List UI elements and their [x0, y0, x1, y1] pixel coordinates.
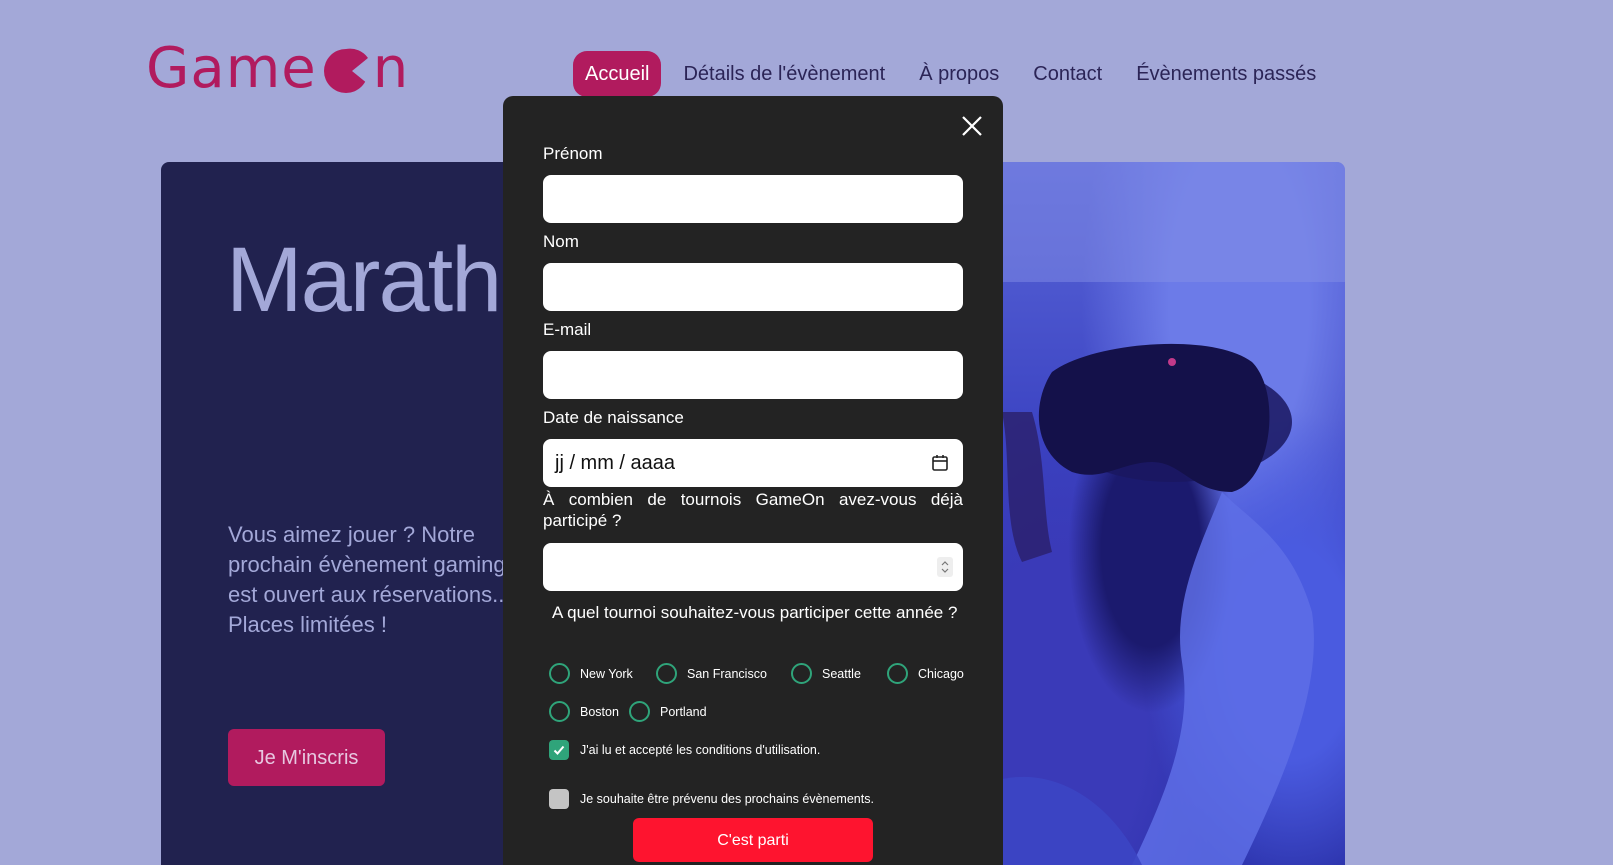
last-name-label: Nom — [543, 232, 579, 251]
radio-label: Portland — [660, 704, 707, 719]
radio-label: Chicago — [918, 666, 964, 681]
radio-san-francisco[interactable]: San Francisco — [656, 663, 767, 684]
newsletter-label: Je souhaite être prévenu des prochains é… — [580, 792, 874, 806]
nav-item-accueil[interactable]: Accueil — [573, 51, 662, 97]
radio-circle[interactable] — [629, 701, 650, 722]
newsletter-checkbox-row[interactable]: Je souhaite être prévenu des prochains é… — [549, 789, 874, 809]
logo-text-end: n — [372, 36, 410, 101]
gamer-controller-image — [992, 162, 1345, 865]
birthdate-placeholder: jj / mm / aaaa — [555, 452, 676, 474]
nav-item-a-propos[interactable]: À propos — [907, 51, 1011, 97]
close-icon[interactable] — [960, 114, 984, 138]
hero-title: Marathon national de jeux vidéos — [226, 229, 526, 331]
radio-label: New York — [580, 666, 633, 681]
nav-item-contact[interactable]: Contact — [1021, 51, 1114, 97]
tournament-count-input[interactable] — [543, 543, 963, 591]
radio-label: Seattle — [822, 666, 861, 681]
radio-circle[interactable] — [791, 663, 812, 684]
radio-circle[interactable] — [656, 663, 677, 684]
birthdate-label: Date de naissance — [543, 408, 684, 427]
terms-checkbox-row[interactable]: J'ai lu et accepté les conditions d'util… — [549, 740, 820, 760]
radio-boston[interactable]: Boston — [549, 701, 619, 722]
number-spinner[interactable] — [937, 557, 953, 577]
logo-text-start: Game — [146, 36, 317, 101]
location-question: A quel tournoi souhaitez-vous participer… — [552, 603, 958, 622]
first-name-input[interactable] — [543, 175, 963, 223]
hero-image — [992, 162, 1345, 865]
birthdate-input[interactable]: jj / mm / aaaa — [543, 439, 963, 487]
radio-circle[interactable] — [549, 701, 570, 722]
email-label: E-mail — [543, 320, 592, 339]
email-input[interactable] — [543, 351, 963, 399]
last-name-input[interactable] — [543, 263, 963, 311]
registration-modal: Prénom Nom E-mail Date de naissance jj /… — [503, 96, 1003, 865]
checkmark-icon — [553, 745, 565, 755]
main-nav: Accueil Détails de l'évènement À propos … — [573, 51, 1338, 97]
register-button[interactable]: Je M'inscris — [228, 729, 385, 786]
nav-item-evenements-passes[interactable]: Évènements passés — [1124, 51, 1328, 97]
nav-item-details[interactable]: Détails de l'évènement — [671, 51, 897, 97]
terms-checkbox[interactable] — [549, 740, 569, 760]
gameon-logo[interactable]: Game n — [146, 36, 409, 102]
first-name-label: Prénom — [543, 144, 603, 163]
radio-label: San Francisco — [687, 666, 767, 681]
submit-button[interactable]: C'est parti — [633, 818, 873, 862]
hero-description: Vous aimez jouer ? Notre prochain évènem… — [228, 522, 511, 637]
radio-portland[interactable]: Portland — [629, 701, 707, 722]
radio-seattle[interactable]: Seattle — [791, 663, 861, 684]
logo-o-icon — [323, 48, 368, 93]
radio-circle[interactable] — [887, 663, 908, 684]
calendar-icon[interactable] — [931, 454, 949, 472]
spinner-arrows-icon — [941, 561, 949, 573]
radio-circle[interactable] — [549, 663, 570, 684]
radio-label: Boston — [580, 704, 619, 719]
newsletter-checkbox[interactable] — [549, 789, 569, 809]
radio-chicago[interactable]: Chicago — [887, 663, 964, 684]
tournament-count-question: À combien de tournois GameOn avez-vous d… — [543, 490, 963, 530]
radio-new-york[interactable]: New York — [549, 663, 633, 684]
terms-label: J'ai lu et accepté les conditions d'util… — [580, 743, 821, 757]
